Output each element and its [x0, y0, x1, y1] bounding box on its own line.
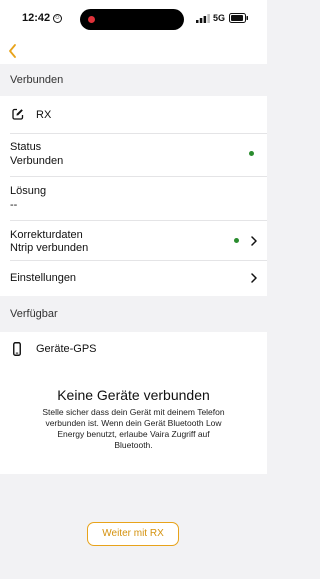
- chevron-right-icon: [251, 273, 257, 283]
- available-device-name: Geräte-GPS: [36, 343, 97, 355]
- solution-value: --: [10, 199, 18, 211]
- device-edit-icon: [12, 108, 24, 120]
- continue-with-rx-button[interactable]: Weiter mit RX: [87, 522, 179, 546]
- corrections-row[interactable]: Korrekturdaten Ntrip verbunden: [0, 221, 267, 259]
- corrections-label: Korrekturdaten: [10, 229, 83, 241]
- phone-icon: [13, 342, 21, 356]
- status-value: Verbunden: [10, 155, 64, 167]
- empty-state-title: Keine Geräte verbunden: [57, 387, 210, 403]
- solution-label: Lösung: [10, 185, 47, 197]
- nav-header: [0, 40, 267, 64]
- network-type: 5G: [213, 13, 226, 23]
- cellular-signal-icon: [196, 14, 210, 23]
- section-header-connected: Verbunden: [0, 64, 267, 96]
- focus-mode-icon: ☺: [53, 14, 62, 23]
- clock: 12:42: [22, 12, 51, 24]
- settings-row[interactable]: Einstellungen: [0, 261, 267, 296]
- chevron-right-icon: [251, 236, 257, 246]
- settings-label: Einstellungen: [10, 272, 77, 284]
- device-name: RX: [36, 109, 52, 121]
- corrections-value: Ntrip verbunden: [10, 242, 89, 254]
- dynamic-island: [80, 9, 184, 30]
- connected-device-panel: RX Status Verbunden Lösung -- Korrekturd…: [0, 96, 267, 296]
- empty-state-message: Stelle sicher dass dein Gerät mit deinem…: [42, 407, 225, 450]
- recording-indicator-icon: [88, 16, 95, 23]
- divider: [10, 176, 267, 177]
- back-chevron-icon[interactable]: [6, 42, 20, 60]
- divider: [10, 133, 267, 134]
- status-label: Status: [10, 141, 42, 153]
- section-header-available: Verfügbar: [0, 296, 267, 332]
- status-indicator: [249, 151, 254, 156]
- battery-icon: [229, 13, 248, 23]
- available-device-row[interactable]: Geräte-GPS: [0, 332, 267, 366]
- status-bar: 12:42 ☺ 5G: [0, 0, 267, 40]
- corrections-indicator: [234, 238, 239, 243]
